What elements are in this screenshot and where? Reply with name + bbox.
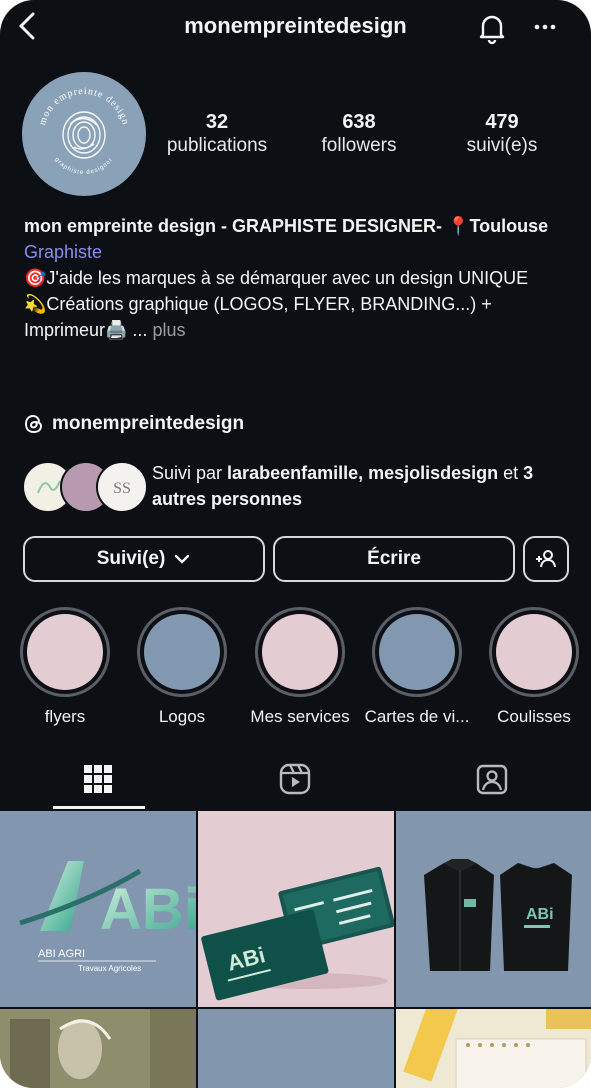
post-photo-mannequin[interactable]	[0, 1009, 196, 1088]
following-button[interactable]: Suivi(e)	[23, 536, 265, 582]
top-bar: monempreintedesign	[0, 0, 591, 52]
followed-by-text[interactable]: Suivi par larabeenfamille, mesjolisdesig…	[152, 460, 572, 512]
profile-bio: mon empreinte design - GRAPHISTE DESIGNE…	[24, 213, 569, 343]
highlight-mes-services[interactable]: Mes services	[245, 607, 355, 727]
threads-icon	[24, 414, 43, 434]
bio-more-link[interactable]: plus	[152, 320, 185, 340]
add-user-button[interactable]	[523, 536, 569, 582]
svg-text:mon empreinte design: mon empreinte design	[37, 86, 131, 127]
chevron-down-icon	[175, 554, 190, 564]
threads-handle: monempreintedesign	[52, 413, 245, 434]
post-blue[interactable]	[198, 1009, 394, 1088]
active-tab-indicator	[53, 806, 145, 809]
bio-line-2: 💫Créations graphique (LOGOS, FLYER, BRAN…	[24, 294, 492, 340]
avatar: SS	[96, 461, 148, 513]
following-count[interactable]: 479 suivi(e)s	[437, 110, 567, 158]
threads-link[interactable]: monempreintedesign	[24, 411, 244, 437]
highlight-cartes-de-visite[interactable]: Cartes de vi...	[362, 607, 472, 727]
avatar-text-top: mon empreinte design	[37, 86, 130, 127]
tab-tagged[interactable]	[447, 752, 537, 806]
notification-bell-icon[interactable]	[474, 10, 510, 46]
reels-icon	[279, 763, 311, 795]
svg-text:graphiste designer: graphiste designer	[53, 157, 114, 176]
message-button[interactable]: Écrire	[273, 536, 515, 582]
profile-avatar[interactable]: mon empreinte design graphiste designer	[22, 72, 146, 196]
tab-grid[interactable]	[53, 752, 143, 806]
profile-tabs	[0, 752, 591, 810]
abi-logo-text: ABi	[100, 877, 196, 942]
instagram-profile-screen: monempreintedesign mon empreinte design …	[0, 0, 591, 1088]
profile-display-name: mon empreinte design - GRAPHISTE DESIGNE…	[24, 216, 549, 236]
add-user-icon	[536, 550, 556, 568]
tagged-icon	[476, 764, 508, 795]
profile-category: Graphiste	[24, 242, 103, 262]
followers-count[interactable]: 638 followers	[294, 110, 424, 158]
svg-text:SS: SS	[113, 480, 131, 497]
post-vests[interactable]: ABi	[396, 811, 591, 1007]
post-business-cards[interactable]: ABi	[198, 811, 394, 1007]
tab-reels[interactable]	[250, 752, 340, 806]
highlight-coulisses[interactable]: Coulisses	[479, 607, 589, 727]
highlight-flyers[interactable]: flyers	[10, 607, 120, 727]
highlight-logos[interactable]: Logos	[127, 607, 237, 727]
grid-icon	[84, 765, 112, 793]
bio-line-1: 🎯J'aide les marques à se démarquer avec …	[24, 268, 529, 288]
abi-subtitle: Travaux Agricoles	[78, 964, 141, 973]
posts-count[interactable]: 32 publications	[152, 110, 282, 158]
mutual-followers-avatars[interactable]: SS	[22, 461, 148, 513]
more-options-icon[interactable]	[530, 14, 560, 40]
avatar-text-bottom: graphiste designer	[53, 157, 113, 176]
abi-name: ABI AGRI	[38, 948, 85, 960]
post-abi-logo[interactable]: ABi ABI AGRI Travaux Agricoles	[0, 811, 196, 1007]
post-notebook[interactable]	[396, 1009, 591, 1088]
svg-text:ABi: ABi	[526, 906, 554, 923]
